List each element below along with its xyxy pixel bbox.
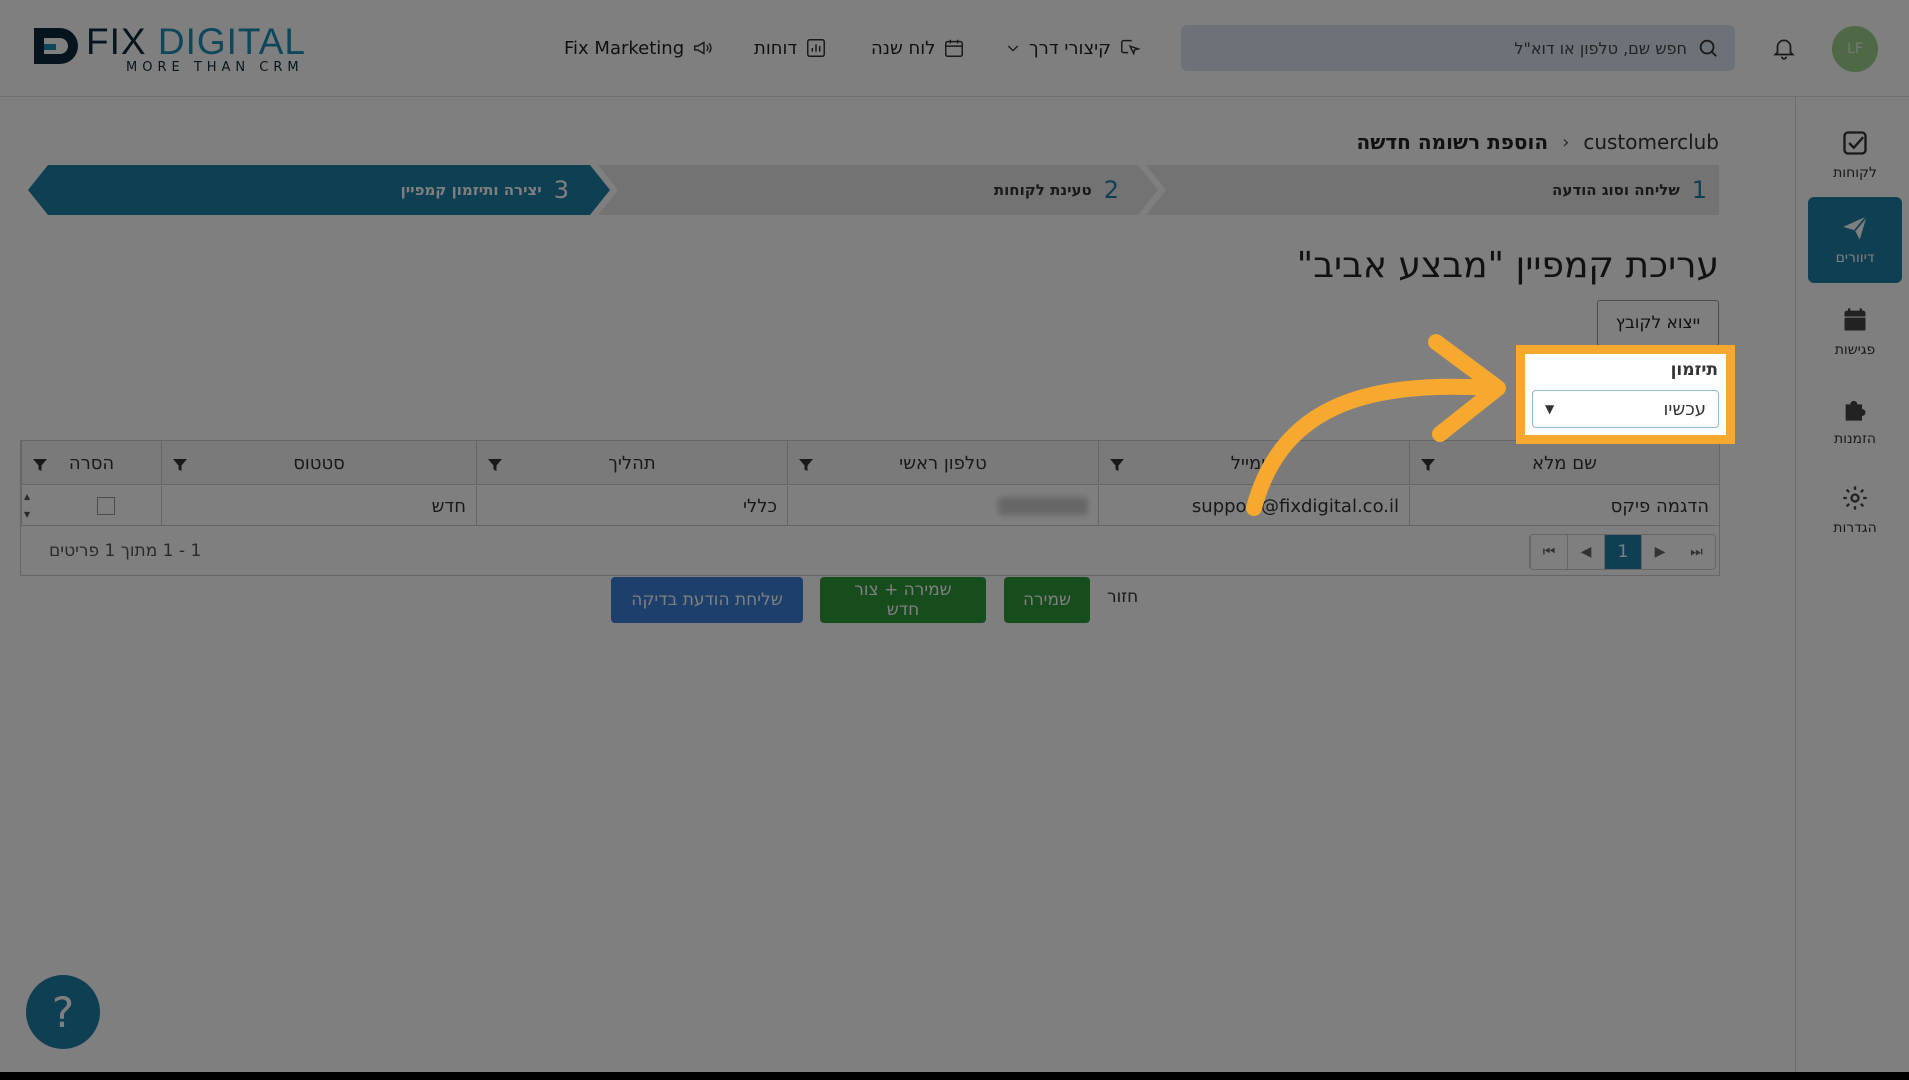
back-link[interactable]: חזור (1107, 587, 1138, 607)
save-and-new-button[interactable]: שמירה + צור חדש (820, 577, 986, 623)
chevron-down-icon (1007, 45, 1019, 52)
nav-label: לוח שנה (871, 37, 936, 59)
sidebar-item-mailings[interactable]: דיוורים (1808, 197, 1902, 283)
step-label: יצירה ותיזמון קמפיין (400, 181, 542, 199)
next-page-button[interactable]: ▶ (1641, 535, 1678, 569)
paper-plane-icon (1843, 215, 1868, 240)
step-2[interactable]: 2 טעינת לקוחות (994, 165, 1119, 215)
pager-info: 1 - 1 מתוך 1 פריטים (49, 541, 202, 561)
sidebar-item-meetings[interactable]: פגישות (1808, 289, 1902, 375)
column-header-status[interactable]: סטטוס (161, 441, 476, 485)
first-page-button[interactable]: ⏮ (1530, 535, 1567, 569)
sidebar-item-settings[interactable]: הגדרות (1808, 467, 1902, 553)
top-header: FIX DIGITAL MORE THAN CRM Fix Marketing … (0, 0, 1909, 97)
column-title: הסרה (68, 452, 115, 474)
checkbox-wrap (51, 497, 161, 515)
sidebar-item-orders[interactable]: הזמנות (1808, 378, 1902, 464)
save-button[interactable]: שמירה (1004, 577, 1090, 623)
last-page-button[interactable]: ⏭ (1678, 535, 1715, 569)
nav-reports[interactable]: דוחות (754, 36, 827, 60)
brand-tagline: MORE THAN CRM (126, 60, 304, 75)
app-window: FIX DIGITAL MORE THAN CRM Fix Marketing … (0, 0, 1909, 1072)
puzzle-icon (1845, 400, 1866, 421)
nav-label: קיצורי דרך (1029, 37, 1111, 59)
sidebar-item-label: דיוורים (1835, 250, 1875, 266)
chevron-left-icon: ‹ (1562, 131, 1570, 153)
step-label: שליחה וסוג הודעה (1552, 181, 1680, 199)
help-button[interactable]: ? (26, 975, 100, 1049)
step-number: 1 (1691, 176, 1707, 204)
cell-process: כללי (476, 486, 787, 526)
nav-label: Fix Marketing (564, 37, 685, 59)
step-number: 2 (1103, 176, 1119, 204)
filter-icon[interactable] (32, 457, 48, 473)
breadcrumb-root[interactable]: customerclub (1583, 130, 1719, 154)
column-header-process[interactable]: תהליך (476, 441, 787, 485)
column-title: טלפון ראשי (899, 452, 987, 474)
cell-phone (787, 486, 1098, 526)
step-3[interactable]: 3 יצירה ותיזמון קמפיין (401, 165, 569, 215)
calendar-icon (1844, 308, 1866, 331)
column-header-phone[interactable]: טלפון ראשי (787, 441, 1098, 485)
filter-icon[interactable] (1109, 457, 1125, 473)
schedule-highlight: תיזמון עכשיו ▼ (1516, 345, 1735, 444)
breadcrumb-current: הוספת רשומה חדשה (1356, 130, 1549, 154)
nav-fix-marketing[interactable]: Fix Marketing (564, 36, 714, 60)
step-number: 3 (553, 176, 569, 204)
search-bar[interactable] (1181, 25, 1735, 71)
schedule-select[interactable]: עכשיו ▼ (1532, 390, 1719, 428)
caret-down-icon: ▼ (1545, 402, 1555, 416)
chart-icon (807, 39, 826, 57)
nav-shortcuts[interactable]: קיצורי דרך (1005, 36, 1141, 60)
sidebar-item-customers[interactable]: לקוחות (1808, 112, 1902, 198)
page-number-button[interactable]: 1 (1604, 535, 1641, 569)
step-label: טעינת לקוחות (993, 181, 1092, 199)
filter-icon[interactable] (172, 457, 188, 473)
check-square-icon (1843, 131, 1867, 155)
filter-icon[interactable] (487, 457, 503, 473)
search-icon[interactable] (1697, 37, 1719, 59)
scroll-arrows-icon[interactable]: ▲ ▼ (24, 488, 30, 524)
send-test-button[interactable]: שליחת הודעת בדיקה (611, 577, 803, 623)
calendar-icon (945, 39, 964, 57)
cell-remove: ▲ ▼ (21, 486, 161, 526)
column-title: תהליך (608, 452, 656, 474)
remove-checkbox[interactable] (97, 497, 115, 515)
pager: ⏮ ◀ 1 ▶ ⏭ (1529, 534, 1716, 570)
export-button[interactable]: ייצוא לקובץ (1597, 300, 1719, 346)
schedule-label: תיזמון (1670, 360, 1718, 380)
shortcut-icon (1120, 39, 1141, 56)
logo-mark-icon (34, 28, 78, 64)
bell-icon[interactable] (1771, 34, 1797, 62)
column-title: שם מלא (1532, 452, 1597, 474)
avatar[interactable]: LF (1832, 26, 1878, 72)
wizard-steps: 1 שליחה וסוג הודעה 2 טעינת לקוחות 3 יציר… (28, 165, 1719, 215)
nav-calendar[interactable]: לוח שנה (871, 36, 965, 60)
sidebar: לקוחות דיוורים פגישות הזמנות הגדרות (1795, 97, 1909, 1072)
sidebar-item-label: לקוחות (1833, 165, 1877, 181)
megaphone-icon (694, 41, 712, 55)
breadcrumb: customerclub ‹ הוספת רשומה חדשה (1356, 130, 1719, 154)
filter-icon[interactable] (798, 457, 814, 473)
wizard-steps-background (28, 165, 1719, 215)
step-1[interactable]: 1 שליחה וסוג הודעה (1552, 165, 1707, 215)
nav-label: דוחות (754, 37, 798, 59)
sidebar-item-label: הגדרות (1833, 520, 1877, 536)
gear-icon (1843, 486, 1867, 510)
page-title: עריכת קמפיין "מבצע אביב" (1296, 245, 1719, 286)
search-input[interactable] (1207, 38, 1687, 58)
logo[interactable]: FIX DIGITAL MORE THAN CRM (30, 21, 350, 75)
sidebar-item-label: פגישות (1834, 342, 1876, 358)
schedule-value: עכשיו (1663, 398, 1706, 420)
sidebar-item-label: הזמנות (1833, 431, 1877, 447)
brand-name: FIX DIGITAL (86, 21, 307, 62)
callout-arrow-icon (1246, 334, 1506, 516)
cell-status: חדש (161, 486, 476, 526)
prev-page-button[interactable]: ◀ (1567, 535, 1604, 569)
blurred-phone (998, 497, 1088, 515)
column-title: סטטוס (293, 452, 345, 474)
column-header-remove[interactable]: הסרה (21, 441, 161, 485)
